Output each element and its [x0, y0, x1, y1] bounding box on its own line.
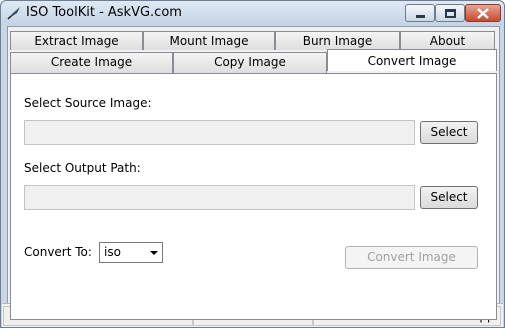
tab-mount-image[interactable]: Mount Image [143, 31, 275, 50]
convert-image-panel: Select Source Image: Select Select Outpu… [10, 73, 497, 320]
app-window: ISO ToolKit - AskVG.com Extract Image Mo… [0, 0, 505, 328]
tab-burn-image[interactable]: Burn Image [275, 31, 400, 50]
app-pen-icon[interactable] [6, 5, 22, 21]
output-path-label: Select Output Path: [24, 161, 141, 175]
tab-extract-image[interactable]: Extract Image [10, 31, 143, 50]
format-select[interactable]: iso [99, 242, 163, 263]
tab-copy-image[interactable]: Copy Image [173, 52, 327, 73]
close-button[interactable] [465, 4, 501, 22]
select-output-button[interactable]: Select [420, 186, 478, 209]
minimize-button[interactable] [405, 4, 435, 22]
output-path-field[interactable] [24, 185, 415, 210]
tab-convert-image[interactable]: Convert Image [327, 49, 497, 71]
window-title: ISO ToolKit - AskVG.com [26, 5, 182, 20]
minimize-icon [416, 15, 425, 18]
title-bar[interactable]: ISO ToolKit - AskVG.com [1, 1, 504, 25]
source-image-field[interactable] [24, 120, 415, 145]
maximize-button[interactable] [435, 4, 465, 22]
tab-about[interactable]: About [400, 31, 495, 50]
convert-to-label: Convert To: [24, 245, 92, 259]
client-area: Extract Image Mount Image Burn Image Abo… [7, 26, 500, 322]
chevron-down-icon [150, 251, 158, 255]
convert-image-button[interactable]: Convert Image [345, 246, 478, 269]
close-icon [477, 8, 489, 19]
maximize-icon [445, 9, 456, 18]
format-select-value: iso [104, 245, 121, 259]
source-image-label: Select Source Image: [24, 96, 152, 110]
tab-create-image[interactable]: Create Image [10, 52, 173, 73]
select-source-button[interactable]: Select [420, 121, 478, 144]
